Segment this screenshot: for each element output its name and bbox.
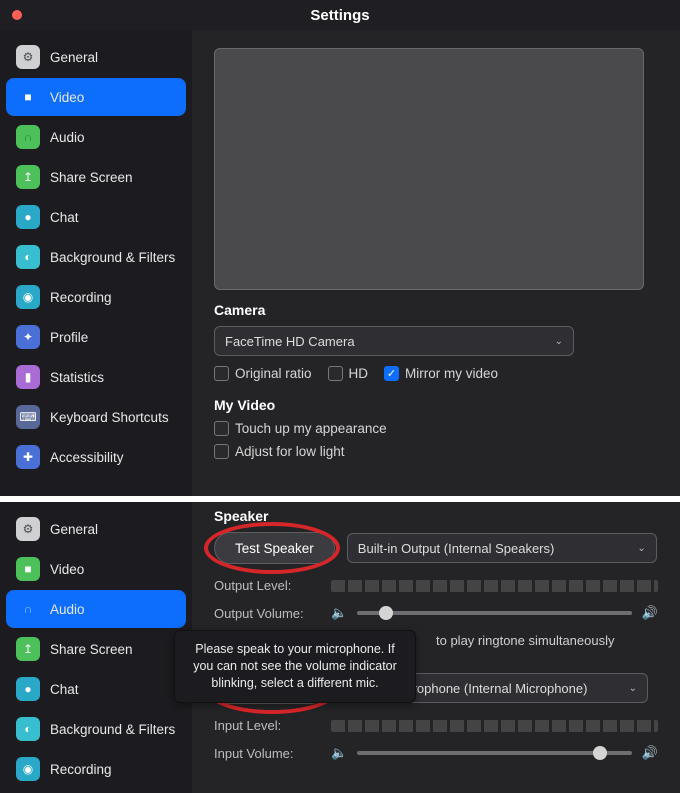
- sidebar-item-profile[interactable]: ✦ Profile: [6, 318, 186, 356]
- sidebar-item-recording[interactable]: ◉ Recording: [6, 278, 186, 316]
- sidebar-item-label: Share Screen: [50, 642, 133, 657]
- sidebar-item-label: General: [50, 50, 98, 65]
- video-icon: ■: [16, 85, 40, 109]
- sidebar-item-label: Share Screen: [50, 170, 133, 185]
- video-icon: ■: [16, 557, 40, 581]
- speaker-high-icon: 🔊: [642, 745, 658, 761]
- sidebar-item-label: Profile: [50, 330, 88, 345]
- sidebar-item-label: Background & Filters: [50, 250, 175, 265]
- sidebar-item-label: Background & Filters: [50, 722, 175, 737]
- titlebar: Settings: [0, 0, 680, 30]
- output-volume-slider[interactable]: [357, 611, 632, 615]
- speaker-high-icon: 🔊: [642, 605, 658, 621]
- output-volume-label: Output Volume:: [214, 606, 319, 621]
- checkbox-icon: [214, 366, 229, 381]
- speaker-heading: Speaker: [214, 508, 658, 524]
- audio-settings-pane: Speaker Test Speaker Built-in Output (In…: [192, 502, 680, 793]
- speaker-select[interactable]: Built-in Output (Internal Speakers) ⌄: [347, 533, 657, 563]
- video-settings-pane: Camera FaceTime HD Camera ⌄ Original rat…: [192, 30, 680, 496]
- sidebar-item-background-filters[interactable]: ◐ Background & Filters: [6, 238, 186, 276]
- sidebar-item-chat[interactable]: ● Chat: [6, 670, 186, 708]
- sidebar-item-label: Audio: [50, 602, 85, 617]
- general-icon: ⚙: [16, 45, 40, 69]
- mic-tooltip: Please speak to your microphone. If you …: [174, 630, 416, 703]
- checkbox-icon: [328, 366, 343, 381]
- original-ratio-checkbox[interactable]: Original ratio: [214, 366, 312, 381]
- general-icon: ⚙: [16, 517, 40, 541]
- sidebar-item-share-screen[interactable]: ↥ Share Screen: [6, 630, 186, 668]
- chevron-down-icon: ⌄: [637, 543, 645, 554]
- recording-icon: ◉: [16, 285, 40, 309]
- ringtone-text: to play ringtone simultaneously: [436, 633, 615, 648]
- close-traffic-light[interactable]: [12, 10, 22, 20]
- output-level-label: Output Level:: [214, 578, 319, 593]
- sidebar-item-label: Video: [50, 90, 84, 105]
- chat-icon: ●: [16, 677, 40, 701]
- sidebar-item-recording[interactable]: ◉ Recording: [6, 750, 186, 788]
- audio-icon: ∩: [16, 597, 40, 621]
- sidebar: ⚙ General ■ Video ∩ Audio ↥ Share Screen ● Chat ◐ B…: [0, 502, 192, 793]
- my-video-heading: My Video: [214, 397, 658, 413]
- sidebar-item-video[interactable]: ■ Video: [6, 78, 186, 116]
- input-volume-slider[interactable]: [357, 751, 632, 755]
- sidebar-item-label: Chat: [50, 682, 79, 697]
- hd-checkbox[interactable]: HD: [328, 366, 369, 381]
- keyboard-shortcuts-icon: ⌨: [16, 405, 40, 429]
- speaker-low-icon: 🔈: [331, 745, 347, 761]
- output-level-meter: [331, 580, 658, 592]
- sidebar-item-label: Audio: [50, 130, 85, 145]
- sidebar-item-statistics[interactable]: ▮ Statistics: [6, 358, 186, 396]
- speaker-low-icon: 🔈: [331, 605, 347, 621]
- camera-heading: Camera: [214, 302, 658, 318]
- checkbox-icon: [214, 421, 229, 436]
- recording-icon: ◉: [16, 757, 40, 781]
- sidebar-item-share-screen[interactable]: ↥ Share Screen: [6, 158, 186, 196]
- chevron-down-icon: ⌄: [629, 683, 637, 694]
- speaker-selected-value: Built-in Output (Internal Speakers): [358, 541, 555, 556]
- input-volume-label: Input Volume:: [214, 746, 319, 761]
- touchup-checkbox[interactable]: Touch up my appearance: [214, 421, 387, 436]
- test-speaker-button[interactable]: Test Speaker: [214, 532, 335, 564]
- share-screen-icon: ↥: [16, 637, 40, 661]
- window-title: Settings: [0, 7, 680, 24]
- accessibility-icon: ✚: [16, 445, 40, 469]
- input-level-label: Input Level:: [214, 718, 319, 733]
- sidebar-item-background-filters[interactable]: ◐ Background & Filters: [6, 710, 186, 748]
- lowlight-checkbox[interactable]: Adjust for low light: [214, 444, 345, 459]
- sidebar-item-label: Accessibility: [50, 450, 124, 465]
- sidebar-item-label: Chat: [50, 210, 79, 225]
- sidebar-item-audio[interactable]: ∩ Audio: [6, 590, 186, 628]
- sidebar-item-video[interactable]: ■ Video: [6, 550, 186, 588]
- sidebar-item-label: Keyboard Shortcuts: [50, 410, 169, 425]
- sidebar-item-general[interactable]: ⚙ General: [6, 38, 186, 76]
- sidebar-item-audio[interactable]: ∩ Audio: [6, 118, 186, 156]
- background-filters-icon: ◐: [16, 245, 40, 269]
- audio-icon: ∩: [16, 125, 40, 149]
- checkbox-icon: ✓: [384, 366, 399, 381]
- sidebar-item-general[interactable]: ⚙ General: [6, 510, 186, 548]
- share-screen-icon: ↥: [16, 165, 40, 189]
- sidebar-item-chat[interactable]: ● Chat: [6, 198, 186, 236]
- sidebar-item-accessibility[interactable]: ✚ Accessibility: [6, 438, 186, 476]
- mirror-video-checkbox[interactable]: ✓ Mirror my video: [384, 366, 498, 381]
- sidebar-item-label: Recording: [50, 290, 112, 305]
- sidebar-item-keyboard-shortcuts[interactable]: ⌨ Keyboard Shortcuts: [6, 398, 186, 436]
- statistics-icon: ▮: [16, 365, 40, 389]
- camera-selected-value: FaceTime HD Camera: [225, 334, 355, 349]
- sidebar-item-label: General: [50, 522, 98, 537]
- camera-select[interactable]: FaceTime HD Camera ⌄: [214, 326, 574, 356]
- profile-icon: ✦: [16, 325, 40, 349]
- chat-icon: ●: [16, 205, 40, 229]
- video-preview: [214, 48, 644, 290]
- checkbox-icon: [214, 444, 229, 459]
- sidebar-item-label: Statistics: [50, 370, 104, 385]
- sidebar-item-label: Video: [50, 562, 84, 577]
- background-filters-icon: ◐: [16, 717, 40, 741]
- sidebar-item-label: Recording: [50, 762, 112, 777]
- chevron-down-icon: ⌄: [555, 336, 563, 347]
- sidebar: ⚙ General ■ Video ∩ Audio ↥ Share Screen ● Chat ◐ B…: [0, 30, 192, 496]
- input-level-meter: [331, 720, 658, 732]
